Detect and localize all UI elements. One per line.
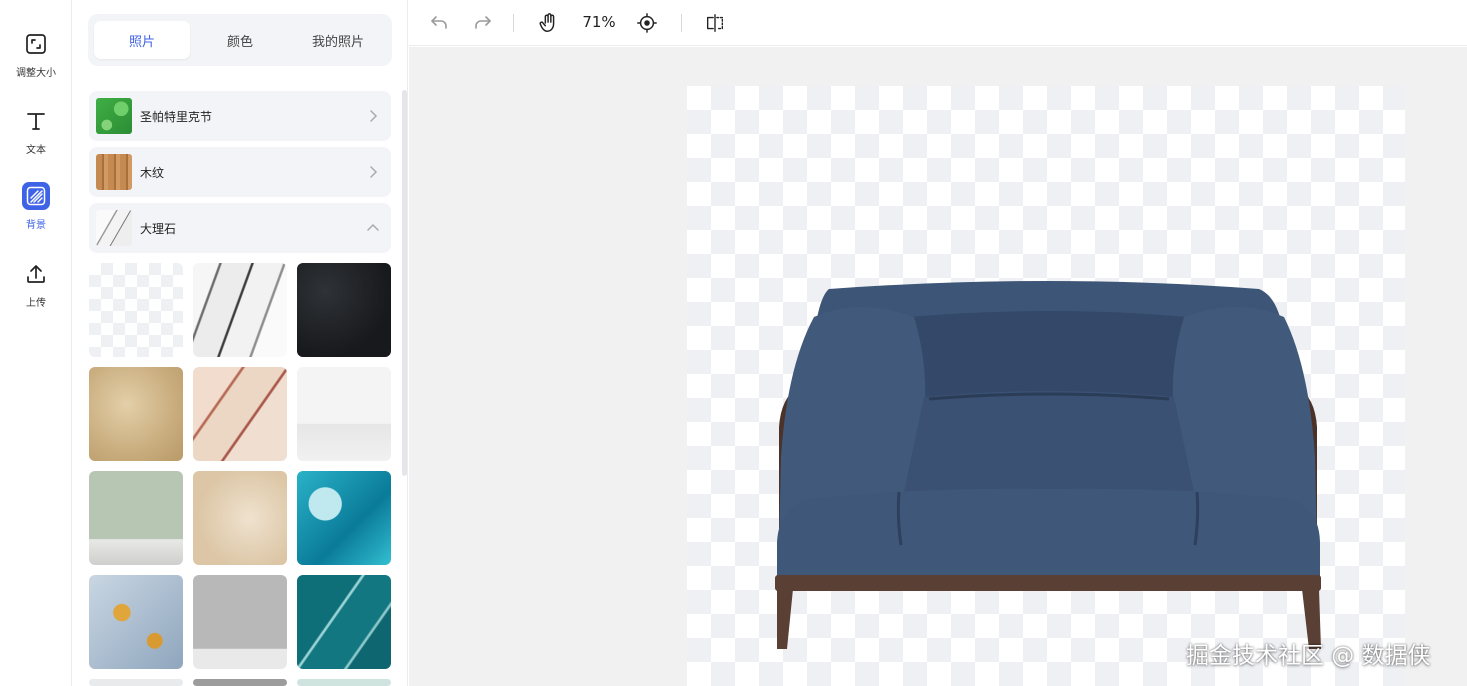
pan-tool-button[interactable] bbox=[537, 11, 561, 35]
app: 调整大小 文本 背景 上传 照片 颜色 我的照片 圣帕特里克节 木纹 大理石 7… bbox=[0, 0, 1467, 686]
rail-item-resize[interactable]: 调整大小 bbox=[0, 30, 72, 79]
rail-item-upload[interactable]: 上传 bbox=[0, 260, 72, 309]
panel-scrollbar[interactable] bbox=[402, 90, 407, 476]
text-icon bbox=[22, 107, 50, 135]
background-tile-marble[interactable] bbox=[297, 679, 391, 686]
background-tile-marble[interactable] bbox=[89, 471, 183, 565]
background-tile-marble[interactable] bbox=[89, 679, 183, 686]
sofa-product-image[interactable] bbox=[769, 277, 1329, 677]
chevron-right-icon bbox=[370, 166, 378, 178]
watermark-text: 掘金技术社区 @ 数据侠 bbox=[1186, 643, 1431, 669]
canvas-toolbar: 71% bbox=[409, 0, 1467, 46]
undo-button[interactable] bbox=[427, 11, 451, 35]
background-tile-marble[interactable] bbox=[193, 367, 287, 461]
zoom-level[interactable]: 71% bbox=[579, 13, 619, 31]
rail-item-label: 调整大小 bbox=[16, 68, 56, 79]
category-name: 木纹 bbox=[140, 165, 165, 180]
rail-item-text[interactable]: 文本 bbox=[0, 107, 72, 156]
undo-icon bbox=[431, 16, 447, 29]
rail-item-background[interactable]: 背景 bbox=[0, 182, 72, 231]
crosshair-center-icon bbox=[637, 13, 657, 33]
tab-photos[interactable]: 照片 bbox=[94, 21, 190, 59]
rail-item-label: 文本 bbox=[26, 145, 46, 156]
compare-button[interactable] bbox=[703, 11, 727, 35]
category-thumbnail bbox=[96, 98, 132, 134]
background-tile-marble[interactable] bbox=[297, 367, 391, 461]
category-name: 大理石 bbox=[140, 221, 177, 236]
redo-icon bbox=[475, 16, 491, 29]
chevron-right-icon bbox=[370, 110, 378, 122]
center-view-button[interactable] bbox=[635, 11, 659, 35]
category-st-patricks[interactable]: 圣帕特里克节 bbox=[89, 91, 391, 141]
redo-button[interactable] bbox=[471, 11, 495, 35]
background-tile-marble[interactable] bbox=[193, 263, 287, 357]
background-tile-marble[interactable] bbox=[89, 367, 183, 461]
category-marble[interactable]: 大理石 bbox=[89, 203, 391, 253]
background-tile-marble[interactable] bbox=[297, 575, 391, 669]
category-name: 圣帕特里克节 bbox=[140, 109, 213, 124]
toolbar-divider bbox=[513, 14, 514, 32]
category-wood-grain[interactable]: 木纹 bbox=[89, 147, 391, 197]
background-tile-marble[interactable] bbox=[297, 471, 391, 565]
chevron-up-icon bbox=[367, 223, 379, 231]
flip-compare-icon bbox=[706, 14, 724, 32]
left-rail: 调整大小 文本 背景 上传 bbox=[0, 0, 72, 686]
background-tile-marble[interactable] bbox=[297, 263, 391, 357]
toolbar-divider bbox=[681, 14, 682, 32]
rail-item-label: 上传 bbox=[26, 298, 46, 309]
background-tile-marble[interactable] bbox=[89, 575, 183, 669]
editor-canvas[interactable]: 掘金技术社区 @ 数据侠 bbox=[409, 47, 1467, 686]
upload-icon bbox=[22, 260, 50, 288]
tab-my-photos[interactable]: 我的照片 bbox=[290, 21, 386, 59]
background-panel: 照片 颜色 我的照片 圣帕特里克节 木纹 大理石 bbox=[72, 0, 408, 686]
hand-pan-icon bbox=[539, 13, 555, 32]
background-tile-transparent[interactable] bbox=[89, 263, 183, 357]
background-tile-marble[interactable] bbox=[193, 679, 287, 686]
background-tile-marble[interactable] bbox=[193, 575, 287, 669]
category-thumbnail bbox=[96, 154, 132, 190]
rail-item-label: 背景 bbox=[26, 220, 46, 231]
category-thumbnail bbox=[96, 210, 132, 246]
background-tile-marble[interactable] bbox=[193, 471, 287, 565]
resize-icon bbox=[22, 30, 50, 58]
source-tabs: 照片 颜色 我的照片 bbox=[88, 14, 392, 66]
background-icon bbox=[22, 182, 50, 210]
tab-colors[interactable]: 颜色 bbox=[192, 21, 288, 59]
